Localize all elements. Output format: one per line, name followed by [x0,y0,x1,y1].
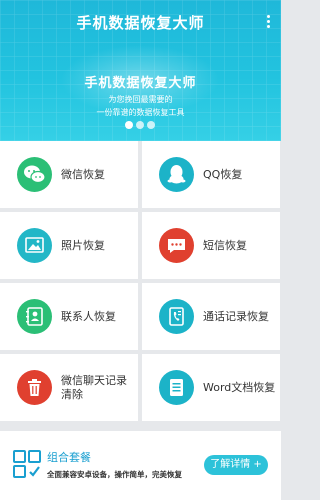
tile-label: QQ恢复 [203,167,243,181]
learn-more-button[interactable]: 了解详情 + [204,455,268,475]
call-log-icon [159,299,194,334]
app-title: 手机数据恢复大师 [76,14,205,32]
carousel-indicator [125,121,159,131]
tile-photo-recovery[interactable]: 照片恢复 [0,212,138,279]
header-banner: 手机数据恢复大师 手机数据恢复大师 为您挽回最需要的 一份靠谱的数据恢复工具 [0,0,281,141]
grid-icon [13,450,41,478]
banner-title: 手机数据恢复大师 [84,76,197,91]
carousel-dot-active[interactable] [125,121,133,129]
tile-label: 微信聊天记录清除 [61,373,127,401]
tile-label: 通话记录恢复 [203,309,269,323]
message-icon [159,228,194,263]
tile-label: Word文档恢复 [203,380,276,394]
carousel-dot[interactable] [136,121,144,129]
tile-call-log-recovery[interactable]: 通话记录恢复 [142,283,280,350]
wechat-icon [17,157,52,192]
combo-package-card[interactable]: 组合套餐 全面兼容安卓设备，操作简单，完美恢复 了解详情 + [0,431,281,500]
trash-icon [17,370,52,405]
tile-label: 微信恢复 [61,167,105,181]
banner-subtitle-1: 为您挽回最需要的 [108,95,173,104]
tile-word-recovery[interactable]: Word文档恢复 [142,354,280,421]
tile-contacts-recovery[interactable]: 联系人恢复 [0,283,138,350]
tile-label: 联系人恢复 [61,309,116,323]
tile-sms-recovery[interactable]: 短信恢复 [142,212,280,279]
tile-label: 照片恢复 [61,238,105,252]
tile-qq-recovery[interactable]: QQ恢复 [142,141,280,208]
combo-title: 组合套餐 [47,451,91,464]
contacts-icon [17,299,52,334]
photo-icon [17,228,52,263]
document-icon [159,370,194,405]
carousel-dot[interactable] [147,121,155,129]
qq-penguin-icon [159,157,194,192]
banner-subtitle-2: 一份靠谱的数据恢复工具 [96,108,185,117]
combo-subtitle: 全面兼容安卓设备，操作简单，完美恢复 [47,470,182,479]
more-vertical-icon[interactable] [265,15,271,31]
tile-wechat-recovery[interactable]: 微信恢复 [0,141,138,208]
tile-label: 短信恢复 [203,238,247,252]
tile-wechat-chat-clear[interactable]: 微信聊天记录清除 [0,354,138,421]
